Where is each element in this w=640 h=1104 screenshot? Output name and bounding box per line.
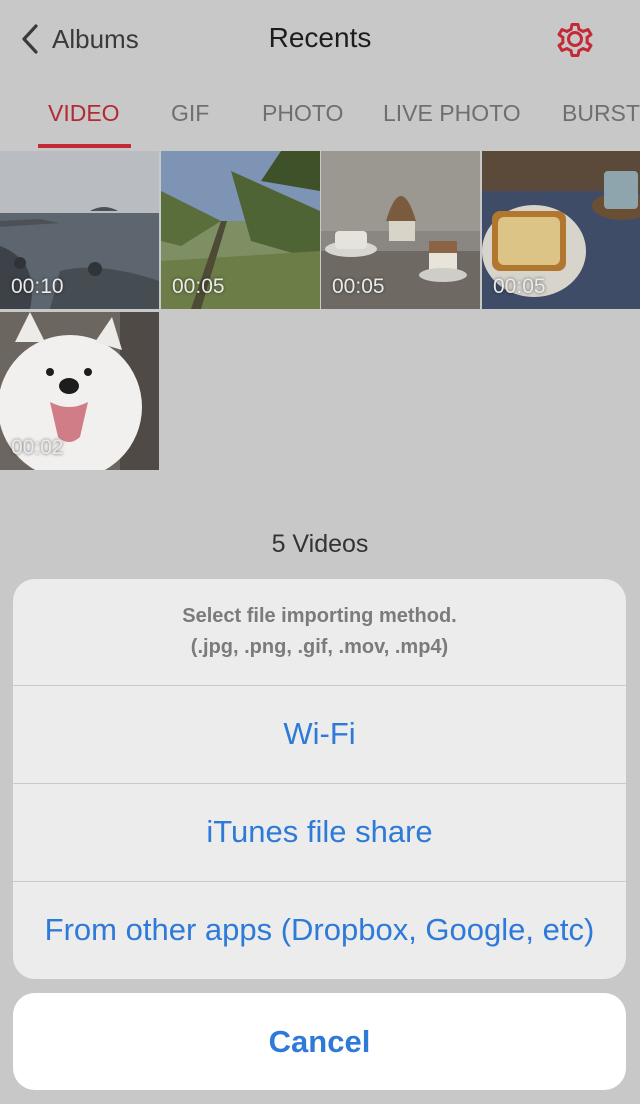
video-duration: 00:05 [332,275,385,298]
video-duration: 00:05 [493,275,546,298]
chevron-left-icon [22,24,38,54]
tab-gif[interactable]: GIF [171,100,209,127]
itunes-file-share-button[interactable]: iTunes file share [13,783,626,880]
tab-burst[interactable]: BURST [562,100,640,127]
video-thumbnail-toast[interactable]: 00:05 [482,151,640,309]
media-type-tabs: VIDEO GIF PHOTO LIVE PHOTO BURST [0,92,640,150]
tab-live-photo[interactable]: LIVE PHOTO [383,100,521,127]
video-duration: 00:05 [172,275,225,298]
wifi-import-button[interactable]: Wi-Fi [13,685,626,782]
action-sheet-message-line2: (.jpg, .png, .gif, .mov, .mp4) [190,636,449,658]
video-duration: 00:02 [11,436,64,459]
action-sheet-message: Select file importing method. (.jpg, .pn… [13,579,626,685]
gear-icon[interactable] [552,16,598,62]
navigation-bar: Albums Recents [0,0,640,80]
video-thumbnail-cafe[interactable]: 00:05 [321,151,480,309]
tab-video[interactable]: VIDEO [48,100,120,127]
video-thumbnail-dog[interactable]: 00:02 [0,312,159,470]
action-sheet-message-line1: Select file importing method. [182,605,457,627]
other-apps-import-button[interactable]: From other apps (Dropbox, Google, etc) [13,881,626,978]
import-method-action-sheet: Select file importing method. (.jpg, .pn… [13,579,626,979]
active-tab-indicator [38,144,131,148]
video-thumbnail-palm[interactable]: 00:05 [161,151,320,309]
video-duration: 00:10 [11,275,64,298]
video-thumbnail-sea[interactable]: 00:10 [0,151,159,309]
video-count-label: 5 Videos [271,530,369,558]
back-label: Albums [52,23,139,54]
tab-photo[interactable]: PHOTO [262,100,343,127]
back-button[interactable]: Albums [20,22,139,56]
cancel-button[interactable]: Cancel [13,993,626,1090]
